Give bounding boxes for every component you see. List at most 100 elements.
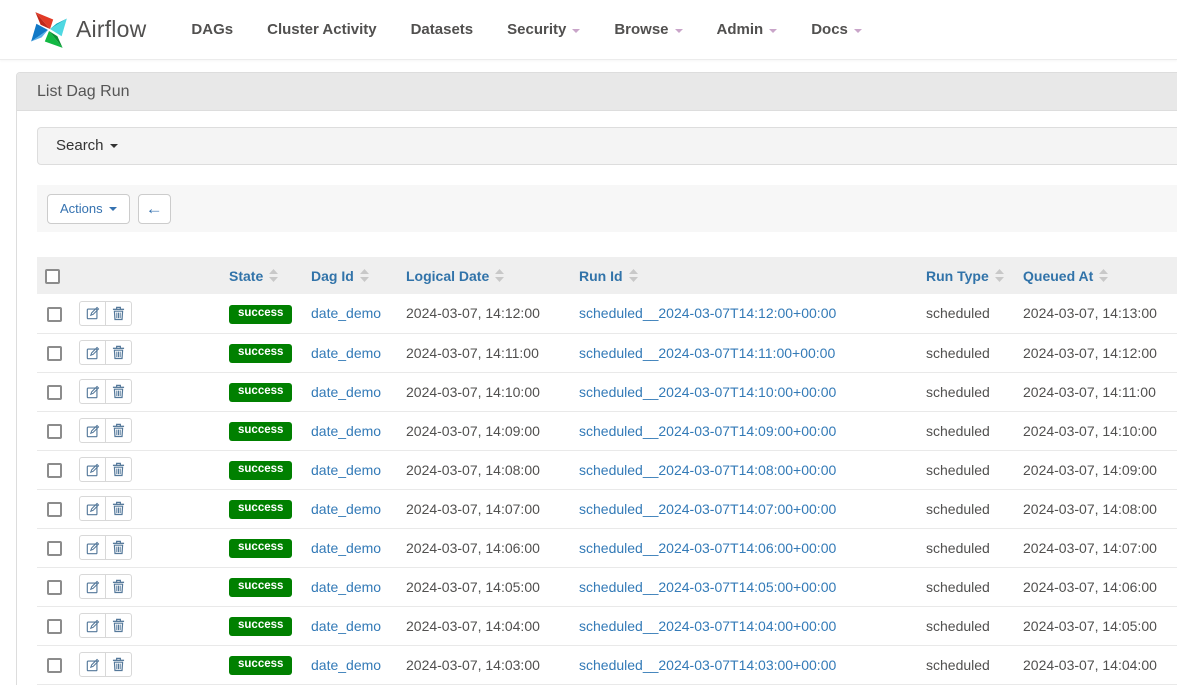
status-badge: success xyxy=(229,383,292,402)
sort-icon xyxy=(995,269,1004,282)
search-label: Search xyxy=(56,137,104,154)
back-button[interactable]: ← xyxy=(138,194,171,224)
logical-date-value: 2024-03-07, 14:10:00 xyxy=(406,384,540,400)
dag-id-link[interactable]: date_demo xyxy=(311,618,381,634)
queued-at-value: 2024-03-07, 14:05:00 xyxy=(1023,618,1157,634)
select-all-checkbox[interactable] xyxy=(45,269,60,284)
table-header-row: State Dag Id Logical Date Run Id Run Typ… xyxy=(37,257,1177,294)
row-checkbox[interactable] xyxy=(47,463,62,478)
edit-button[interactable] xyxy=(79,613,106,638)
queued-at-value: 2024-03-07, 14:12:00 xyxy=(1023,345,1157,361)
actions-toolbar: Actions ← xyxy=(37,185,1177,232)
column-header-run-id[interactable]: Run Id xyxy=(569,257,916,294)
dag-id-link[interactable]: date_demo xyxy=(311,423,381,439)
edit-button[interactable] xyxy=(79,535,106,560)
column-header-logical-date[interactable]: Logical Date xyxy=(396,257,569,294)
run-id-link[interactable]: scheduled__2024-03-07T14:12:00+00:00 xyxy=(579,305,836,321)
nav-item[interactable]: Datasets xyxy=(394,0,491,60)
run-type-value: scheduled xyxy=(926,345,990,361)
column-header-dag-id[interactable]: Dag Id xyxy=(301,257,396,294)
row-checkbox[interactable] xyxy=(47,385,62,400)
delete-button[interactable] xyxy=(105,652,132,677)
delete-button[interactable] xyxy=(105,457,132,482)
row-checkbox[interactable] xyxy=(47,346,62,361)
search-toggle[interactable]: Search xyxy=(37,127,1177,165)
row-checkbox[interactable] xyxy=(47,580,62,595)
run-id-link[interactable]: scheduled__2024-03-07T14:06:00+00:00 xyxy=(579,540,836,556)
run-id-link[interactable]: scheduled__2024-03-07T14:09:00+00:00 xyxy=(579,423,836,439)
nav-item[interactable]: Docs xyxy=(794,0,879,60)
delete-button[interactable] xyxy=(105,301,132,326)
main-nav: DAGs Cluster Activity Datasets Security … xyxy=(174,0,878,60)
delete-button[interactable] xyxy=(105,574,132,599)
row-checkbox[interactable] xyxy=(47,307,62,322)
table-row: success date_demo 2024-03-07, 14:04:00 s… xyxy=(37,606,1177,645)
nav-item[interactable]: Browse xyxy=(597,0,699,60)
logical-date-value: 2024-03-07, 14:06:00 xyxy=(406,540,540,556)
chevron-down-icon xyxy=(109,207,117,211)
edit-button[interactable] xyxy=(79,457,106,482)
edit-button[interactable] xyxy=(79,379,106,404)
airflow-pinwheel-icon xyxy=(28,8,70,52)
actions-dropdown-button[interactable]: Actions xyxy=(47,194,130,224)
row-checkbox[interactable] xyxy=(47,424,62,439)
edit-button[interactable] xyxy=(79,418,106,443)
airflow-logo[interactable]: Airflow xyxy=(28,8,146,52)
run-id-link[interactable]: scheduled__2024-03-07T14:11:00+00:00 xyxy=(579,345,835,361)
table-row: success date_demo 2024-03-07, 14:11:00 s… xyxy=(37,333,1177,372)
edit-pencil-icon xyxy=(86,541,100,555)
chevron-down-icon xyxy=(110,144,118,148)
dag-id-link[interactable]: date_demo xyxy=(311,305,381,321)
run-type-value: scheduled xyxy=(926,540,990,556)
table-row: success date_demo 2024-03-07, 14:09:00 s… xyxy=(37,411,1177,450)
edit-button[interactable] xyxy=(79,496,106,521)
nav-item[interactable]: Security xyxy=(490,0,597,60)
row-checkbox[interactable] xyxy=(47,541,62,556)
trash-icon xyxy=(112,540,125,555)
nav-item[interactable]: Cluster Activity xyxy=(250,0,393,60)
column-header-queued-at[interactable]: Queued At xyxy=(1013,257,1177,294)
logical-date-value: 2024-03-07, 14:05:00 xyxy=(406,579,540,595)
trash-icon xyxy=(112,423,125,438)
status-badge: success xyxy=(229,422,292,441)
dag-id-link[interactable]: date_demo xyxy=(311,345,381,361)
chevron-down-icon xyxy=(854,29,862,33)
run-type-value: scheduled xyxy=(926,423,990,439)
delete-button[interactable] xyxy=(105,340,132,365)
queued-at-value: 2024-03-07, 14:09:00 xyxy=(1023,462,1157,478)
table-row: success date_demo 2024-03-07, 14:03:00 s… xyxy=(37,645,1177,684)
row-checkbox[interactable] xyxy=(47,658,62,673)
nav-item[interactable]: Admin xyxy=(700,0,795,60)
logical-date-value: 2024-03-07, 14:04:00 xyxy=(406,618,540,634)
row-checkbox[interactable] xyxy=(47,619,62,634)
edit-button[interactable] xyxy=(79,340,106,365)
dag-id-link[interactable]: date_demo xyxy=(311,501,381,517)
edit-pencil-icon xyxy=(86,385,100,399)
column-header-state[interactable]: State xyxy=(219,257,301,294)
delete-button[interactable] xyxy=(105,418,132,443)
dag-id-link[interactable]: date_demo xyxy=(311,657,381,673)
sort-icon xyxy=(360,269,369,282)
run-id-link[interactable]: scheduled__2024-03-07T14:05:00+00:00 xyxy=(579,579,836,595)
status-badge: success xyxy=(229,305,292,324)
edit-button[interactable] xyxy=(79,301,106,326)
delete-button[interactable] xyxy=(105,613,132,638)
dag-id-link[interactable]: date_demo xyxy=(311,462,381,478)
column-header-run-type[interactable]: Run Type xyxy=(916,257,1013,294)
delete-button[interactable] xyxy=(105,535,132,560)
row-checkbox[interactable] xyxy=(47,502,62,517)
delete-button[interactable] xyxy=(105,496,132,521)
dag-id-link[interactable]: date_demo xyxy=(311,540,381,556)
edit-button[interactable] xyxy=(79,574,106,599)
delete-button[interactable] xyxy=(105,379,132,404)
run-id-link[interactable]: scheduled__2024-03-07T14:03:00+00:00 xyxy=(579,657,836,673)
run-id-link[interactable]: scheduled__2024-03-07T14:08:00+00:00 xyxy=(579,462,836,478)
run-id-link[interactable]: scheduled__2024-03-07T14:04:00+00:00 xyxy=(579,618,836,634)
nav-item[interactable]: DAGs xyxy=(174,0,250,60)
run-id-link[interactable]: scheduled__2024-03-07T14:07:00+00:00 xyxy=(579,501,836,517)
dag-id-link[interactable]: date_demo xyxy=(311,579,381,595)
dag-id-link[interactable]: date_demo xyxy=(311,384,381,400)
trash-icon xyxy=(112,579,125,594)
edit-button[interactable] xyxy=(79,652,106,677)
run-id-link[interactable]: scheduled__2024-03-07T14:10:00+00:00 xyxy=(579,384,836,400)
